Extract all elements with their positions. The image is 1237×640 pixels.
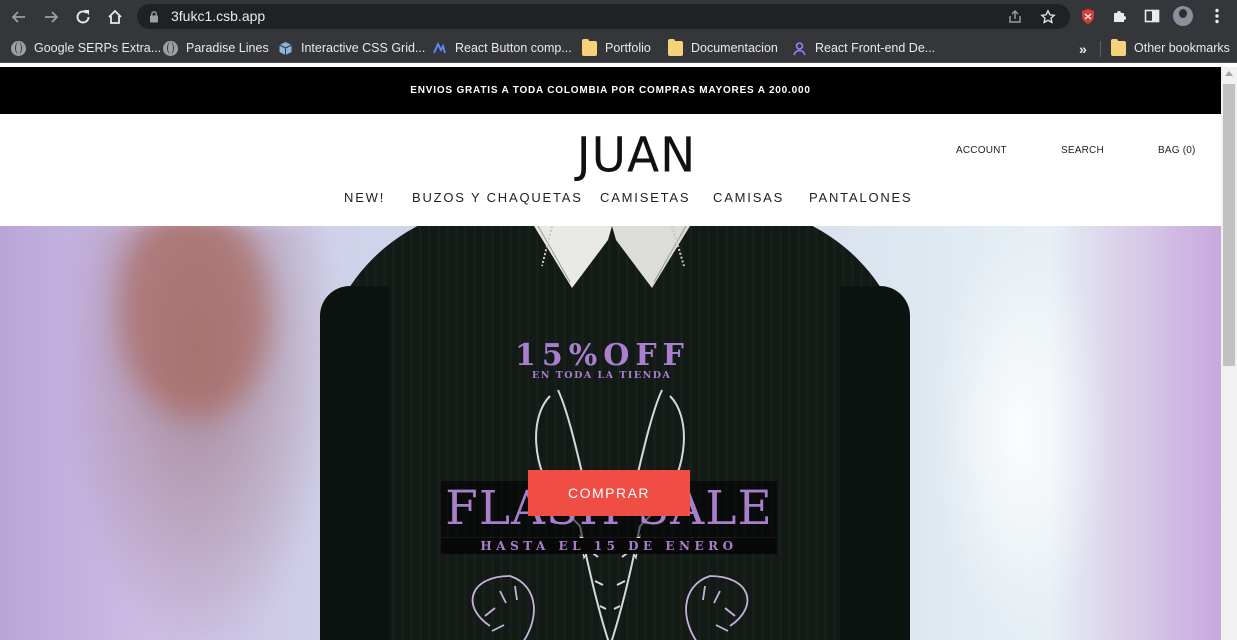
cube-icon xyxy=(279,41,292,55)
flash-sale-subtitle: HASTA EL 15 DE ENERO xyxy=(441,538,777,554)
offer-headline: 15%OFF xyxy=(515,338,690,373)
scroll-thumb[interactable] xyxy=(1223,84,1235,366)
react-icon xyxy=(433,41,446,53)
folder-icon xyxy=(668,38,683,56)
reload-icon[interactable] xyxy=(72,6,94,28)
main-nav: NEW! BUZOS Y CHAQUETAS CAMISETAS CAMISAS… xyxy=(0,190,1221,208)
page-scrollbar[interactable] xyxy=(1221,67,1237,640)
bookmark-documentacion[interactable]: Documentacion xyxy=(668,38,778,56)
bookmark-react-button[interactable]: React Button comp... xyxy=(432,40,572,56)
bookmark-paradise-lines[interactable]: Paradise Lines xyxy=(163,40,269,56)
bookmark-other[interactable]: Other bookmarks xyxy=(1111,38,1230,56)
profile-avatar[interactable] xyxy=(1173,6,1193,26)
bookmark-css-grid[interactable]: Interactive CSS Grid... xyxy=(278,40,425,56)
globe-icon xyxy=(11,40,26,56)
hero-sleeve-right xyxy=(840,286,910,640)
hero-light-glow xyxy=(930,226,1110,640)
bookmark-label: Documentacion xyxy=(691,41,778,55)
side-panel-icon[interactable] xyxy=(1143,7,1161,25)
more-bookmarks-button[interactable]: » xyxy=(1079,41,1087,57)
globe-icon xyxy=(163,40,178,56)
search-link[interactable]: SEARCH xyxy=(1061,145,1104,156)
bookmark-portfolio[interactable]: Portfolio xyxy=(582,38,651,56)
bookmark-label: Portfolio xyxy=(605,41,651,55)
browser-toolbar: 3fukc1.csb.app xyxy=(0,0,1237,33)
hero-shirt-collar xyxy=(534,226,690,288)
account-link[interactable]: ACCOUNT xyxy=(956,145,1007,156)
menu-dots-icon[interactable] xyxy=(1207,6,1227,26)
hero-banner: 15%OFF EN TODA LA TIENDA FLASH SALE HAST… xyxy=(0,226,1221,640)
bookmark-google-serps[interactable]: Google SERPs Extra... xyxy=(11,40,161,56)
bookmark-label: Other bookmarks xyxy=(1134,41,1230,55)
nav-item-new[interactable]: NEW! xyxy=(344,190,385,205)
page-viewport: ENVIOS GRATIS A TODA COLOMBIA POR COMPRA… xyxy=(0,67,1221,640)
puzzle-icon[interactable] xyxy=(1111,7,1129,25)
folder-icon xyxy=(582,38,597,56)
bookmark-label: React Front-end De... xyxy=(815,41,936,55)
bookmark-react-frontend[interactable]: React Front-end De... xyxy=(792,40,935,56)
back-icon[interactable] xyxy=(8,6,30,28)
nav-item-buzos[interactable]: BUZOS Y CHAQUETAS xyxy=(412,190,583,205)
star-icon[interactable] xyxy=(1040,9,1056,25)
promo-bar: ENVIOS GRATIS A TODA COLOMBIA POR COMPRA… xyxy=(0,67,1221,114)
bag-link[interactable]: BAG (0) xyxy=(1158,145,1196,156)
nav-item-camisetas[interactable]: CAMISETAS xyxy=(600,190,690,205)
folder-icon xyxy=(1111,38,1126,56)
hero-sleeve-left xyxy=(320,286,390,640)
bookmarks-divider xyxy=(1100,41,1101,57)
bookmark-label: Google SERPs Extra... xyxy=(34,41,162,55)
person-icon xyxy=(793,41,806,55)
share-icon[interactable] xyxy=(1007,9,1023,25)
offer-subtitle: EN TODA LA TIENDA xyxy=(532,370,672,381)
site-header: JUAN ACCOUNT SEARCH BAG (0) NEW! BUZOS Y… xyxy=(0,114,1221,226)
bookmarks-bar: Google SERPs Extra... Paradise Lines Int… xyxy=(0,33,1237,63)
promo-text: ENVIOS GRATIS A TODA COLOMBIA POR COMPRA… xyxy=(410,85,811,96)
nav-item-camisas[interactable]: CAMISAS xyxy=(713,190,784,205)
lock-icon[interactable] xyxy=(149,10,159,23)
home-icon[interactable] xyxy=(104,6,126,28)
bookmark-label: Interactive CSS Grid... xyxy=(301,41,426,55)
shield-extension-icon[interactable] xyxy=(1079,7,1097,25)
scroll-up-arrow-icon[interactable] xyxy=(1225,71,1233,76)
bookmark-label: React Button comp... xyxy=(455,41,572,55)
site-logo[interactable]: JUAN xyxy=(0,127,1221,183)
comprar-button[interactable]: COMPRAR xyxy=(528,470,690,516)
bookmark-label: Paradise Lines xyxy=(186,41,269,55)
hero-head-shadow xyxy=(120,226,270,416)
nav-item-pantalones[interactable]: PANTALONES xyxy=(809,190,912,205)
address-bar[interactable]: 3fukc1.csb.app xyxy=(137,4,1070,29)
forward-icon[interactable] xyxy=(40,6,62,28)
url-text[interactable]: 3fukc1.csb.app xyxy=(171,8,265,24)
